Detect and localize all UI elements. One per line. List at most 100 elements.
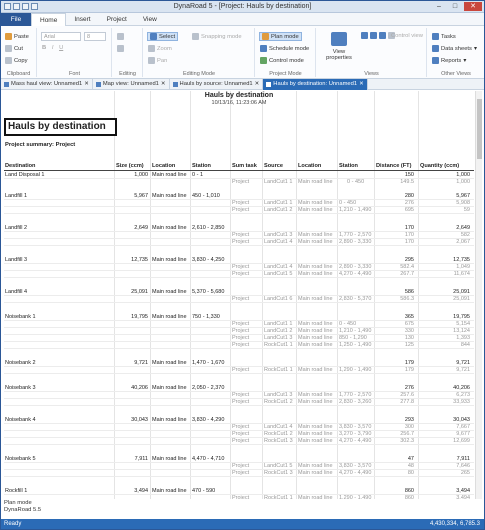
view-icon bbox=[172, 82, 178, 87]
close-button[interactable]: ✕ bbox=[464, 2, 482, 11]
editing-mode-group: Select Zoom Pan Snapping mode Editing Mo… bbox=[144, 28, 255, 77]
find-button[interactable] bbox=[117, 33, 124, 40]
view-properties-button[interactable]: View properties bbox=[322, 49, 356, 61]
control-view-button[interactable]: Control view bbox=[391, 33, 423, 39]
row-divider bbox=[4, 277, 474, 278]
table-cell: 149.5 bbox=[400, 179, 414, 185]
tasks-button[interactable]: Tasks bbox=[432, 33, 456, 40]
chevron-down-icon: ▾ bbox=[473, 45, 477, 52]
header-divider bbox=[4, 170, 474, 171]
schedule-icon bbox=[260, 45, 267, 52]
doc-tab-hauls-by-destination[interactable]: Hauls by destination: Unnamed1 ✕ bbox=[263, 79, 368, 90]
report-heading: Hauls by destination bbox=[4, 118, 117, 136]
doc-tab-hauls-by-source[interactable]: Hauls by source: Unnamed1 ✕ bbox=[170, 79, 264, 90]
column-header: Destination bbox=[5, 163, 36, 169]
group-label: Views bbox=[364, 71, 379, 77]
row-divider bbox=[4, 476, 474, 477]
cut-icon bbox=[5, 45, 12, 52]
row-divider bbox=[4, 405, 474, 406]
row-divider bbox=[4, 302, 474, 303]
column-header: Distance (FT) bbox=[376, 163, 412, 169]
column-header: Station bbox=[339, 163, 358, 169]
delete-icon bbox=[117, 45, 124, 52]
control-mode-button[interactable]: Control mode bbox=[260, 57, 304, 64]
tab-view[interactable]: View bbox=[135, 13, 165, 26]
table-cell: 1,000 bbox=[456, 179, 470, 185]
zoom-button[interactable]: Zoom bbox=[148, 45, 172, 52]
doc-tab-mass-haul[interactable]: Mass haul view: Unnamed1 ✕ bbox=[1, 79, 93, 90]
view-icon bbox=[95, 82, 101, 87]
views-buttons bbox=[361, 32, 395, 39]
table-cell: Main road line bbox=[298, 179, 333, 185]
row-divider bbox=[4, 245, 474, 246]
view-icon bbox=[266, 82, 272, 87]
other-views-group: Tasks Data sheets ▾ Reports ▾ Other Views bbox=[428, 28, 484, 77]
table-cell: Project bbox=[232, 179, 250, 185]
scroll-thumb[interactable] bbox=[477, 99, 482, 159]
data-sheets-button[interactable]: Data sheets ▾ bbox=[432, 45, 477, 52]
tab-insert[interactable]: Insert bbox=[66, 13, 98, 26]
doc-tab-map-view[interactable]: Map view: Unnamed1 ✕ bbox=[93, 79, 170, 90]
font-group: Arial 8 B I U Font bbox=[38, 28, 112, 77]
cursor-icon bbox=[150, 33, 157, 40]
status-coordinates: 4,430,334, 6,785.3 bbox=[429, 521, 480, 527]
table-cell: 1,290 - 1,490 bbox=[339, 495, 372, 499]
menu-bar: File Home Insert Project View bbox=[1, 12, 484, 26]
file-menu[interactable]: File bbox=[1, 12, 31, 26]
bold-button[interactable]: B I U bbox=[42, 45, 63, 51]
copy-button[interactable]: Copy bbox=[5, 57, 28, 64]
font-family-select[interactable]: Arial bbox=[41, 32, 81, 41]
tab-project[interactable]: Project bbox=[99, 13, 135, 26]
close-icon[interactable]: ✕ bbox=[84, 79, 89, 90]
report-sheet: Hauls by destination 10/13/16, 11:23:06 … bbox=[4, 91, 474, 499]
delete-button[interactable] bbox=[117, 45, 124, 52]
vertical-scrollbar[interactable] bbox=[475, 91, 482, 499]
pane-labels: Plan mode DynaRoad 5.5 bbox=[4, 500, 41, 514]
snapping-mode-button[interactable]: Snapping mode bbox=[192, 33, 242, 40]
chevron-down-icon: ▾ bbox=[463, 57, 467, 64]
app-window: DynaRoad 5 - [Project: Hauls by destinat… bbox=[0, 0, 485, 530]
view-icon[interactable] bbox=[361, 32, 368, 39]
reports-button[interactable]: Reports ▾ bbox=[432, 57, 466, 64]
data-sheets-icon bbox=[432, 45, 439, 52]
copy-icon bbox=[5, 57, 12, 64]
plan-mode-button[interactable]: Plan mode bbox=[259, 32, 302, 41]
group-label: Editing bbox=[119, 71, 136, 77]
table-cell: LandCut1 1 bbox=[264, 179, 293, 185]
paste-button[interactable]: Paste bbox=[5, 33, 29, 40]
title-bar: DynaRoad 5 - [Project: Hauls by destinat… bbox=[1, 1, 484, 13]
document-tabs: Mass haul view: Unnamed1 ✕ Map view: Unna… bbox=[1, 79, 484, 90]
reports-icon bbox=[432, 57, 439, 64]
window-title: DynaRoad 5 - [Project: Hauls by destinat… bbox=[173, 3, 312, 10]
minimize-button[interactable]: – bbox=[432, 2, 446, 11]
maximize-button[interactable]: □ bbox=[448, 2, 462, 11]
tasks-icon bbox=[432, 33, 439, 40]
close-icon[interactable]: ✕ bbox=[161, 79, 166, 90]
table-cell: 3,494 bbox=[456, 495, 470, 499]
report-date: 10/13/16, 11:23:06 AM bbox=[211, 100, 267, 106]
group-label: Other Views bbox=[441, 71, 471, 77]
view-icon bbox=[4, 82, 9, 87]
view-properties-icon bbox=[331, 32, 347, 46]
row-divider bbox=[4, 373, 474, 374]
group-label: Project Mode bbox=[269, 71, 302, 77]
paste-icon bbox=[5, 33, 12, 40]
editing-group: Editing bbox=[113, 28, 143, 77]
column-header: Sum task bbox=[232, 163, 257, 169]
tab-home[interactable]: Home bbox=[31, 12, 67, 26]
close-icon[interactable]: ✕ bbox=[359, 79, 364, 90]
group-label: Editing Mode bbox=[182, 71, 216, 77]
window-controls: – □ ✕ bbox=[432, 2, 482, 11]
cut-button[interactable]: Cut bbox=[5, 45, 23, 52]
font-size-select[interactable]: 8 bbox=[84, 32, 106, 41]
views-group: View properties Control view Views bbox=[317, 28, 427, 77]
pan-button[interactable]: Pan bbox=[148, 57, 167, 64]
select-button[interactable]: Select bbox=[147, 32, 179, 41]
close-icon[interactable]: ✕ bbox=[255, 79, 260, 90]
schedule-mode-button[interactable]: Schedule mode bbox=[260, 45, 309, 52]
column-header: Size (ccm) bbox=[116, 163, 144, 169]
view-icon[interactable] bbox=[370, 32, 377, 39]
find-icon bbox=[117, 33, 124, 40]
row-divider bbox=[4, 348, 474, 349]
view-icon[interactable] bbox=[379, 32, 386, 39]
